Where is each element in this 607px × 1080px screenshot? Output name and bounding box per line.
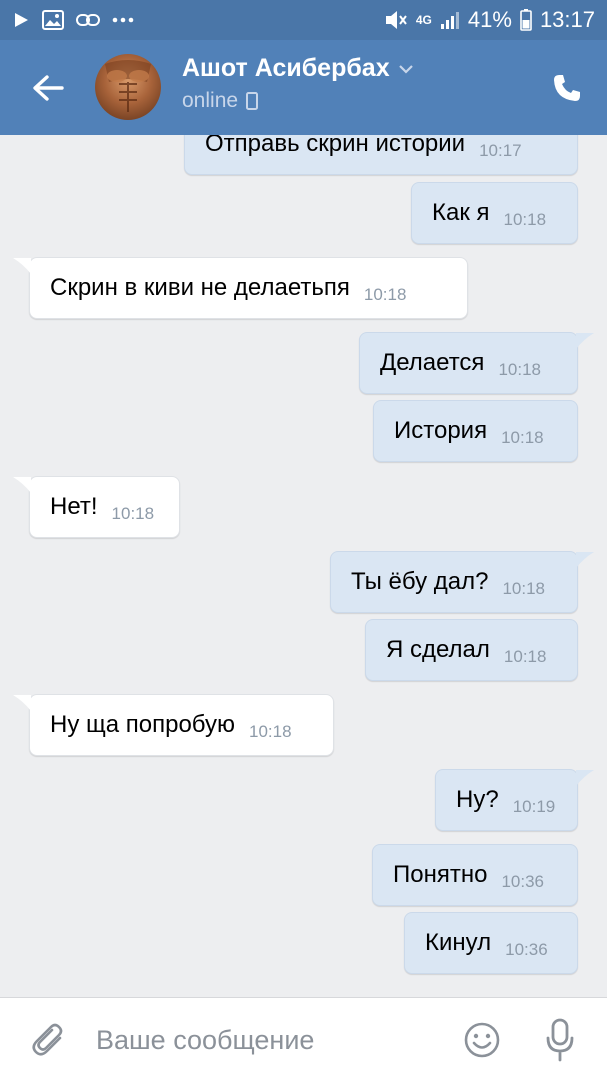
message-text: История	[394, 417, 488, 444]
message-input[interactable]	[96, 1018, 436, 1062]
message-text: Нет!	[50, 493, 98, 520]
message-time: 10:36	[505, 940, 548, 959]
contact-status: online	[182, 89, 239, 112]
message-bubble-outgoing[interactable]: Делается 10:18	[359, 332, 594, 394]
contact-status-row: online	[182, 89, 414, 113]
message-bubble-outgoing[interactable]: Ну? 10:19	[435, 769, 594, 831]
attach-button[interactable]	[28, 1020, 68, 1060]
battery-percent: 41%	[467, 7, 512, 32]
message-time: 10:18	[111, 504, 155, 523]
contact-info[interactable]: Ашот Асибербах online	[182, 54, 414, 113]
message-text: Кинул	[425, 929, 492, 956]
message-composer	[0, 997, 607, 1080]
message-text: Отправь скрин истории	[205, 135, 466, 157]
message-bubble-outgoing[interactable]: Кинул 10:36	[404, 912, 578, 974]
link-icon	[76, 12, 100, 28]
message-bubble-outgoing[interactable]: Понятно 10:36	[372, 844, 578, 906]
message-text: Понятно	[393, 861, 488, 888]
status-bar: 4G 41% 13:17	[0, 0, 607, 40]
message-text: Я сделал	[386, 636, 490, 663]
message-time: 10:36	[501, 872, 544, 891]
message-time: 10:18	[503, 210, 547, 229]
message-bubble-incoming[interactable]: Нет! 10:18	[13, 476, 180, 538]
message-list[interactable]: Отправь скрин истории 10:17 Как я 10:18 …	[0, 135, 607, 997]
message-time: 10:18	[249, 722, 292, 741]
clock: 13:17	[539, 7, 595, 32]
bubble-tail	[13, 258, 31, 274]
bubble-tail	[13, 477, 31, 493]
message-text: Ну ща попробую	[50, 711, 236, 738]
paperclip-icon	[32, 1023, 63, 1056]
message-bubble-outgoing[interactable]: Я сделал 10:18	[365, 619, 578, 681]
gallery-icon	[42, 10, 64, 30]
message-text: Скрин в киви не делаетьпя	[50, 274, 350, 301]
mute-icon	[384, 9, 408, 31]
message-time: 10:18	[503, 647, 547, 666]
bubble-tail	[576, 333, 594, 349]
message-time: 10:18	[501, 428, 544, 447]
play-icon	[12, 11, 30, 29]
message-time: 10:18	[363, 285, 407, 304]
bubble-tail	[576, 552, 594, 568]
more-icon	[112, 17, 134, 23]
message-bubble-outgoing[interactable]: История 10:18	[373, 400, 578, 462]
voice-button[interactable]	[540, 1016, 580, 1064]
chevron-down-icon	[398, 64, 413, 74]
arrow-left-icon	[32, 74, 64, 101]
message-bubble-incoming[interactable]: Ну ща попробую 10:18	[13, 694, 334, 756]
message-bubble-outgoing[interactable]: Как я 10:18	[411, 182, 578, 244]
contact-name: Ашот Асибербах	[182, 54, 390, 82]
message-bubble-outgoing[interactable]: Отправь скрин истории 10:17	[184, 135, 578, 175]
status-notifications	[12, 10, 134, 30]
contact-name-row: Ашот Асибербах	[182, 54, 414, 83]
bubble-tail	[13, 695, 31, 711]
message-text: Делается	[380, 349, 485, 376]
emoji-button[interactable]	[462, 1020, 502, 1060]
message-time: 10:19	[512, 797, 556, 816]
message-bubble-incoming[interactable]: Скрин в киви не делаетьпя 10:18	[13, 257, 468, 319]
chat-header: Ашот Асибербах online	[0, 40, 607, 135]
bubble-tail	[576, 770, 594, 786]
message-bubble-outgoing[interactable]: Ты ёбу дал? 10:18	[330, 551, 594, 613]
message-time: 10:18	[498, 360, 541, 379]
microphone-icon	[546, 1018, 574, 1062]
phone-icon	[554, 75, 580, 101]
battery-icon	[520, 9, 532, 31]
status-indicators: 4G 41% 13:17	[384, 7, 595, 33]
network-icon: 4G	[415, 13, 432, 27]
mobile-icon	[246, 92, 259, 110]
message-time: 10:18	[502, 579, 546, 598]
message-text: Как я	[432, 199, 490, 226]
message-time: 10:17	[479, 141, 522, 160]
call-button[interactable]	[549, 70, 585, 106]
smile-icon	[464, 1022, 500, 1058]
back-button[interactable]	[0, 40, 95, 135]
avatar[interactable]	[95, 54, 161, 120]
message-text: Ну?	[456, 786, 499, 813]
message-text: Ты ёбу дал?	[351, 568, 489, 595]
signal-icon	[440, 10, 460, 30]
